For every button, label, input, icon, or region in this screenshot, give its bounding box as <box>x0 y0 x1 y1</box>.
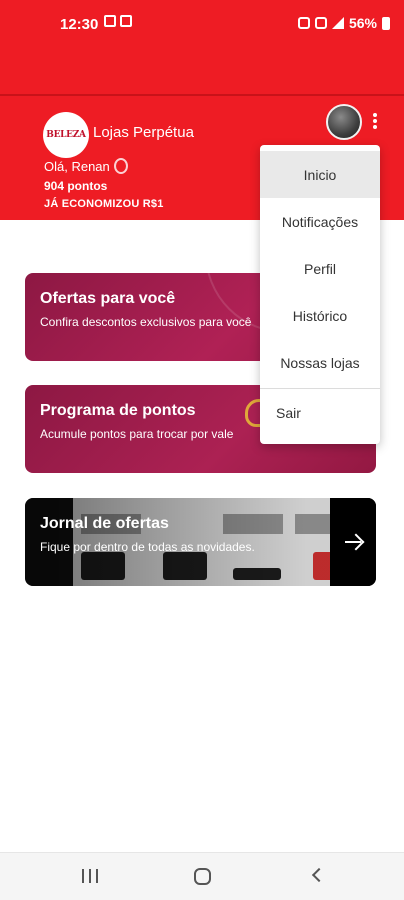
logo-text: BELEZA <box>46 130 86 140</box>
savings-text: JÁ ECONOMIZOU R$1 <box>44 198 164 210</box>
arrow-right-icon <box>345 541 361 543</box>
signal-icon <box>331 17 344 29</box>
medal-icon <box>113 158 128 174</box>
avatar[interactable] <box>326 104 362 140</box>
menu-item-perfil[interactable]: Perfil <box>260 245 380 292</box>
menu-item-inicio[interactable]: Inicio <box>260 151 380 198</box>
offers-journal-card[interactable]: Jornal de ofertas Fique por dentro de to… <box>25 498 376 586</box>
open-journal-button[interactable] <box>330 498 376 586</box>
menu-item-sair[interactable]: Sair <box>260 389 380 436</box>
store-logo: BELEZA <box>43 112 89 158</box>
store-name: Lojas Perpétua <box>93 124 194 141</box>
card-subtitle: Acumule pontos para trocar por vale <box>40 427 234 441</box>
card-subtitle: Confira descontos exclusivos para você <box>40 315 252 329</box>
battery-icon <box>382 16 390 30</box>
card-title: Ofertas para você <box>40 290 176 307</box>
home-icon[interactable] <box>194 868 211 885</box>
menu-item-notificacoes[interactable]: Notificações <box>260 198 380 245</box>
alarm-icon <box>297 17 310 29</box>
points-balance: 904 pontos <box>44 179 108 193</box>
card-title: Jornal de ofertas <box>40 515 169 532</box>
card-subtitle: Fique por dentro de todas as novidades. <box>40 540 255 554</box>
more-options-icon[interactable] <box>366 108 384 134</box>
greeting-text: Olá, Renan <box>44 158 110 174</box>
back-icon[interactable] <box>311 867 327 883</box>
card-title: Programa de pontos <box>40 402 196 419</box>
system-nav-bar <box>0 852 404 900</box>
system-icons: 56% <box>297 15 390 31</box>
menu-item-historico[interactable]: Histórico <box>260 292 380 339</box>
menu-item-nossas-lojas[interactable]: Nossas lojas <box>260 339 380 386</box>
overflow-menu: Inicio Notificações Perfil Histórico Nos… <box>260 145 380 444</box>
greeting: Olá, Renan <box>44 158 128 174</box>
notification-icons <box>104 15 132 27</box>
status-bar: 12:30 56% <box>0 0 404 48</box>
wifi-icon <box>314 17 327 29</box>
status-time: 12:30 <box>60 16 99 33</box>
battery-percent: 56% <box>348 15 377 31</box>
image-icon <box>120 15 132 27</box>
recents-icon[interactable] <box>82 869 98 883</box>
gmail-icon <box>104 15 116 27</box>
app-bar <box>0 48 404 94</box>
